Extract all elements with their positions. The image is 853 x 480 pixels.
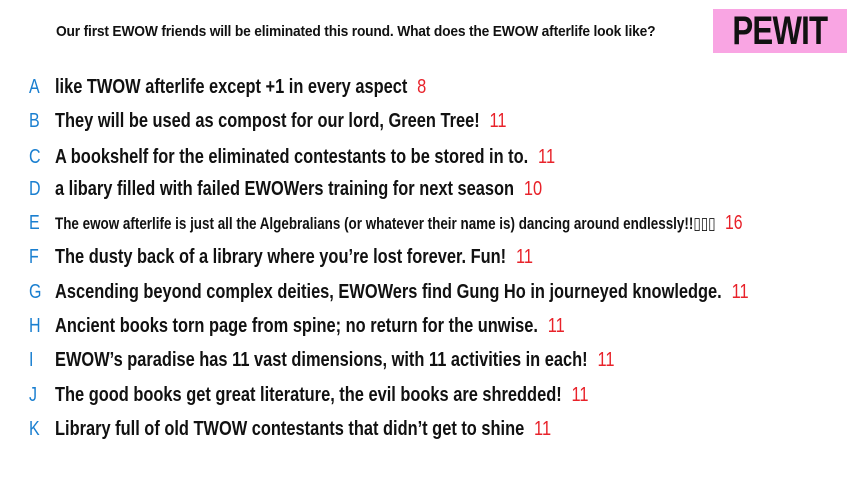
response-text: Ascending beyond complex deities, EWOWer… — [55, 281, 749, 303]
response-letter: D — [29, 178, 41, 200]
response-letter: I — [29, 349, 34, 371]
response-score: 11 — [534, 418, 552, 440]
response-score: 11 — [597, 349, 615, 371]
response-text: A bookshelf for the eliminated contestan… — [55, 146, 556, 168]
response-score: 10 — [523, 178, 543, 200]
response-text: Library full of old TWOW contestants tha… — [55, 418, 552, 440]
response-letter: B — [29, 110, 40, 132]
response-letter: G — [29, 281, 42, 303]
response-score: 8 — [417, 76, 427, 98]
logo-text: PEWIT — [732, 9, 829, 53]
response-score: 11 — [571, 384, 589, 406]
response-letter: H — [29, 315, 41, 337]
response-text: EWOW’s paradise has 11 vast dimensions, … — [55, 349, 615, 371]
response-letter: C — [29, 146, 41, 168]
response-text: The ewow afterlife is just all the Algeb… — [55, 212, 743, 234]
prompt-question: Our first EWOW friends will be eliminate… — [56, 23, 656, 40]
response-text: They will be used as compost for our lor… — [55, 110, 507, 132]
response-score: 11 — [538, 146, 556, 168]
response-score: 11 — [489, 110, 507, 132]
pewit-logo: PEWIT — [713, 9, 847, 53]
response-text: a libary filled with failed EWOWers trai… — [55, 178, 543, 200]
response-text: The dusty back of a library where you’re… — [55, 246, 533, 268]
response-letter: A — [29, 76, 40, 98]
response-letter: K — [29, 418, 40, 440]
response-score: 16 — [724, 212, 743, 234]
response-score: 11 — [515, 246, 533, 268]
response-score: 11 — [547, 315, 565, 337]
response-letter: F — [29, 246, 39, 268]
response-text: The good books get great literature, the… — [55, 384, 589, 406]
response-letter: J — [29, 384, 37, 406]
response-letter: E — [29, 212, 40, 234]
response-text: like TWOW afterlife except +1 in every a… — [55, 76, 427, 98]
response-text: Ancient books torn page from spine; no r… — [55, 315, 565, 337]
response-score: 11 — [731, 281, 749, 303]
